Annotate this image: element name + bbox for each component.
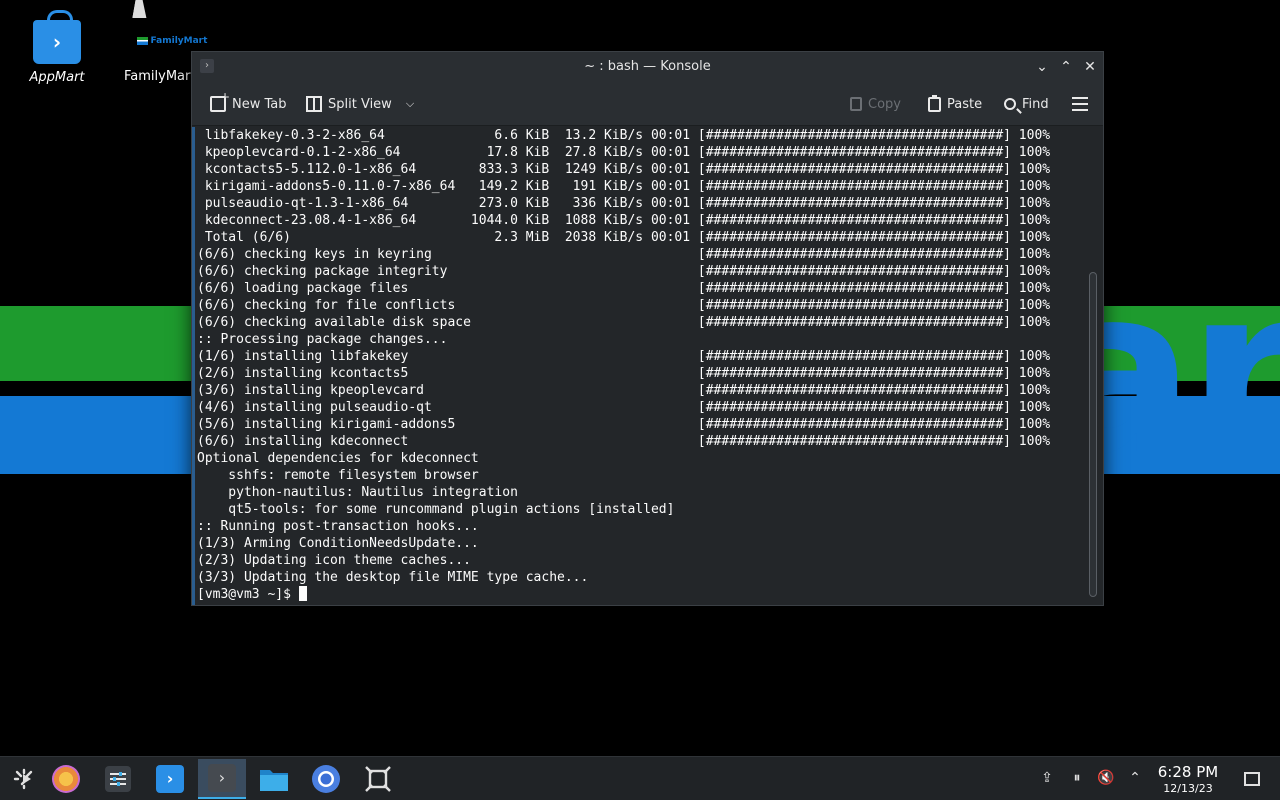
terminal-line: (4/6) installing pulseaudio-qt [########… [197,400,1051,415]
settings-sliders-icon [105,766,131,792]
minimize-button[interactable]: ⌄ [1032,57,1052,77]
screenshot-tool[interactable] [354,759,402,799]
paste-label: Paste [947,96,983,112]
chromium-icon [312,765,340,793]
scrollbar-thumb[interactable] [1089,272,1097,597]
terminal-line: (2/6) installing kcontacts5 [###########… [197,366,1051,381]
find-button[interactable]: Find [1004,93,1049,115]
application-launcher[interactable] [0,759,48,799]
terminal-line: :: Running post-transaction hooks... [197,519,479,534]
new-tab-icon [210,90,230,112]
clock[interactable]: 6:28 PM 12/13/23 [1150,763,1226,795]
terminal-line: (6/6) checking for file conflicts [#####… [197,298,1051,313]
terminal-output[interactable]: libfakekey-0.3-2-x86_64 6.6 KiB 13.2 KiB… [192,127,1085,605]
copy-label: Copy [868,96,901,112]
search-icon [1004,98,1016,110]
terminal-line: sshfs: remote filesystem browser [197,468,479,483]
discover-store-icon: › [156,765,184,793]
screenshot-tool-icon [365,766,391,792]
familymart-logo-icon: FamilyMart [124,33,220,49]
window-title: ~ : bash — Konsole [584,59,711,74]
file-manager-icon [260,770,288,791]
terminal-prompt[interactable]: [vm3@vm3 ~]$ [197,586,1085,603]
copy-icon [850,97,862,111]
terminal-line: python-nautilus: Nautilus integration [197,485,518,500]
konsole-task[interactable]: › [198,759,246,799]
konsole-icon: › [208,764,236,792]
text-cursor [298,586,307,601]
chromium-browser[interactable] [302,759,350,799]
terminal-line: (1/3) Arming ConditionNeedsUpdate... [197,536,479,551]
volume-muted-tray-icon[interactable]: 🔇 [1097,769,1115,787]
clock-date: 12/13/23 [1163,782,1213,795]
file-manager[interactable] [250,759,298,799]
chevron-down-icon[interactable]: ⌵ [406,97,414,111]
pinwheel-app[interactable] [42,759,90,799]
terminal-line: (1/6) installing libfakekey [###########… [197,349,1051,364]
terminal-line: (6/6) installing kdeconnect [###########… [197,434,1051,449]
toolbar: New Tab Split View ⌵ Copy Paste Find [192,82,1103,126]
terminal-line: (6/6) checking keys in keyring [########… [197,247,1051,262]
copy-button[interactable]: Copy [850,93,901,115]
terminal-line: (5/6) installing kirigami-addons5 [#####… [197,417,1051,432]
terminal-line: :: Processing package changes... [197,332,448,347]
window-titlebar[interactable]: › ~ : bash — Konsole ⌄ ⌃ ✕ [192,52,1103,82]
clock-time: 6:28 PM [1157,763,1219,781]
scrollbar[interactable] [1083,127,1103,605]
split-view-label: Split View [328,96,392,112]
terminal-line: qt5-tools: for some runcommand plugin ac… [197,502,675,517]
updates-tray-icon[interactable]: ⇪ [1038,769,1056,787]
desktop: art › AppMart FamilyMart FamilyMart › ~ … [0,0,1280,756]
terminal-line: kirigami-addons5-0.11.0-7-x86_64 149.2 K… [197,179,1051,194]
discover-store[interactable]: › [146,759,194,799]
new-tab-label: New Tab [232,96,287,112]
terminal-line: libfakekey-0.3-2-x86_64 6.6 KiB 13.2 KiB… [197,128,1051,143]
konsole-window[interactable]: › ~ : bash — Konsole ⌄ ⌃ ✕ New Tab Split… [191,51,1104,606]
taskbar: › › ⇪ ⏸ 🔇 ⌃ 6:28 PM 12/13/23 [0,756,1280,800]
find-label: Find [1022,96,1049,112]
mouse-cursor-icon [132,0,150,18]
application-launcher-icon [13,768,33,790]
terminal-line: (6/6) checking available disk space [###… [197,315,1051,330]
maximize-button[interactable]: ⌃ [1056,57,1076,77]
desktop-icon-label: AppMart [29,70,85,85]
hamburger-menu-icon [1072,97,1088,111]
terminal-line: Optional dependencies for kdeconnect [197,451,479,466]
new-tab-button[interactable]: New Tab [210,90,287,115]
terminal-line: (3/3) Updating the desktop file MIME typ… [197,570,589,585]
terminal-line: (3/6) installing kpeoplevcard [#########… [197,383,1051,398]
shopping-bag-icon: › [33,10,81,64]
show-desktop-icon[interactable] [1244,772,1260,786]
terminal-line: kcontacts5-5.112.0-1-x86_64 833.3 KiB 12… [197,162,1051,177]
terminal-line: (6/6) checking package integrity [######… [197,264,1051,279]
system-settings[interactable] [94,759,142,799]
split-view-button[interactable]: Split View ⌵ [306,93,414,115]
terminal-line: pulseaudio-qt-1.3-1-x86_64 273.0 KiB 336… [197,196,1051,211]
terminal-line: (2/3) Updating icon theme caches... [197,553,471,568]
terminal-line: Total (6/6) 2.3 MiB 2038 KiB/s 00:01 [##… [197,230,1051,245]
chevron-up-icon[interactable]: ⌃ [1126,769,1144,787]
paste-button[interactable]: Paste [928,93,982,115]
terminal-line: (6/6) loading package files [###########… [197,281,1051,296]
hamburger-menu-button[interactable] [1072,93,1088,115]
close-button[interactable]: ✕ [1080,57,1100,77]
desktop-icon-appmart[interactable]: › AppMart [9,10,105,85]
paste-icon [928,94,941,112]
terminal-line: kpeoplevcard-0.1-2-x86_64 17.8 KiB 27.8 … [197,145,1051,160]
pinwheel-app-icon [52,765,80,793]
terminal-line: kdeconnect-23.08.4-1-x86_64 1044.0 KiB 1… [197,213,1051,228]
prompt-text: [vm3@vm3 ~]$ [197,587,299,602]
media-pause-tray-icon[interactable]: ⏸ [1068,769,1086,787]
split-view-icon [306,96,322,112]
